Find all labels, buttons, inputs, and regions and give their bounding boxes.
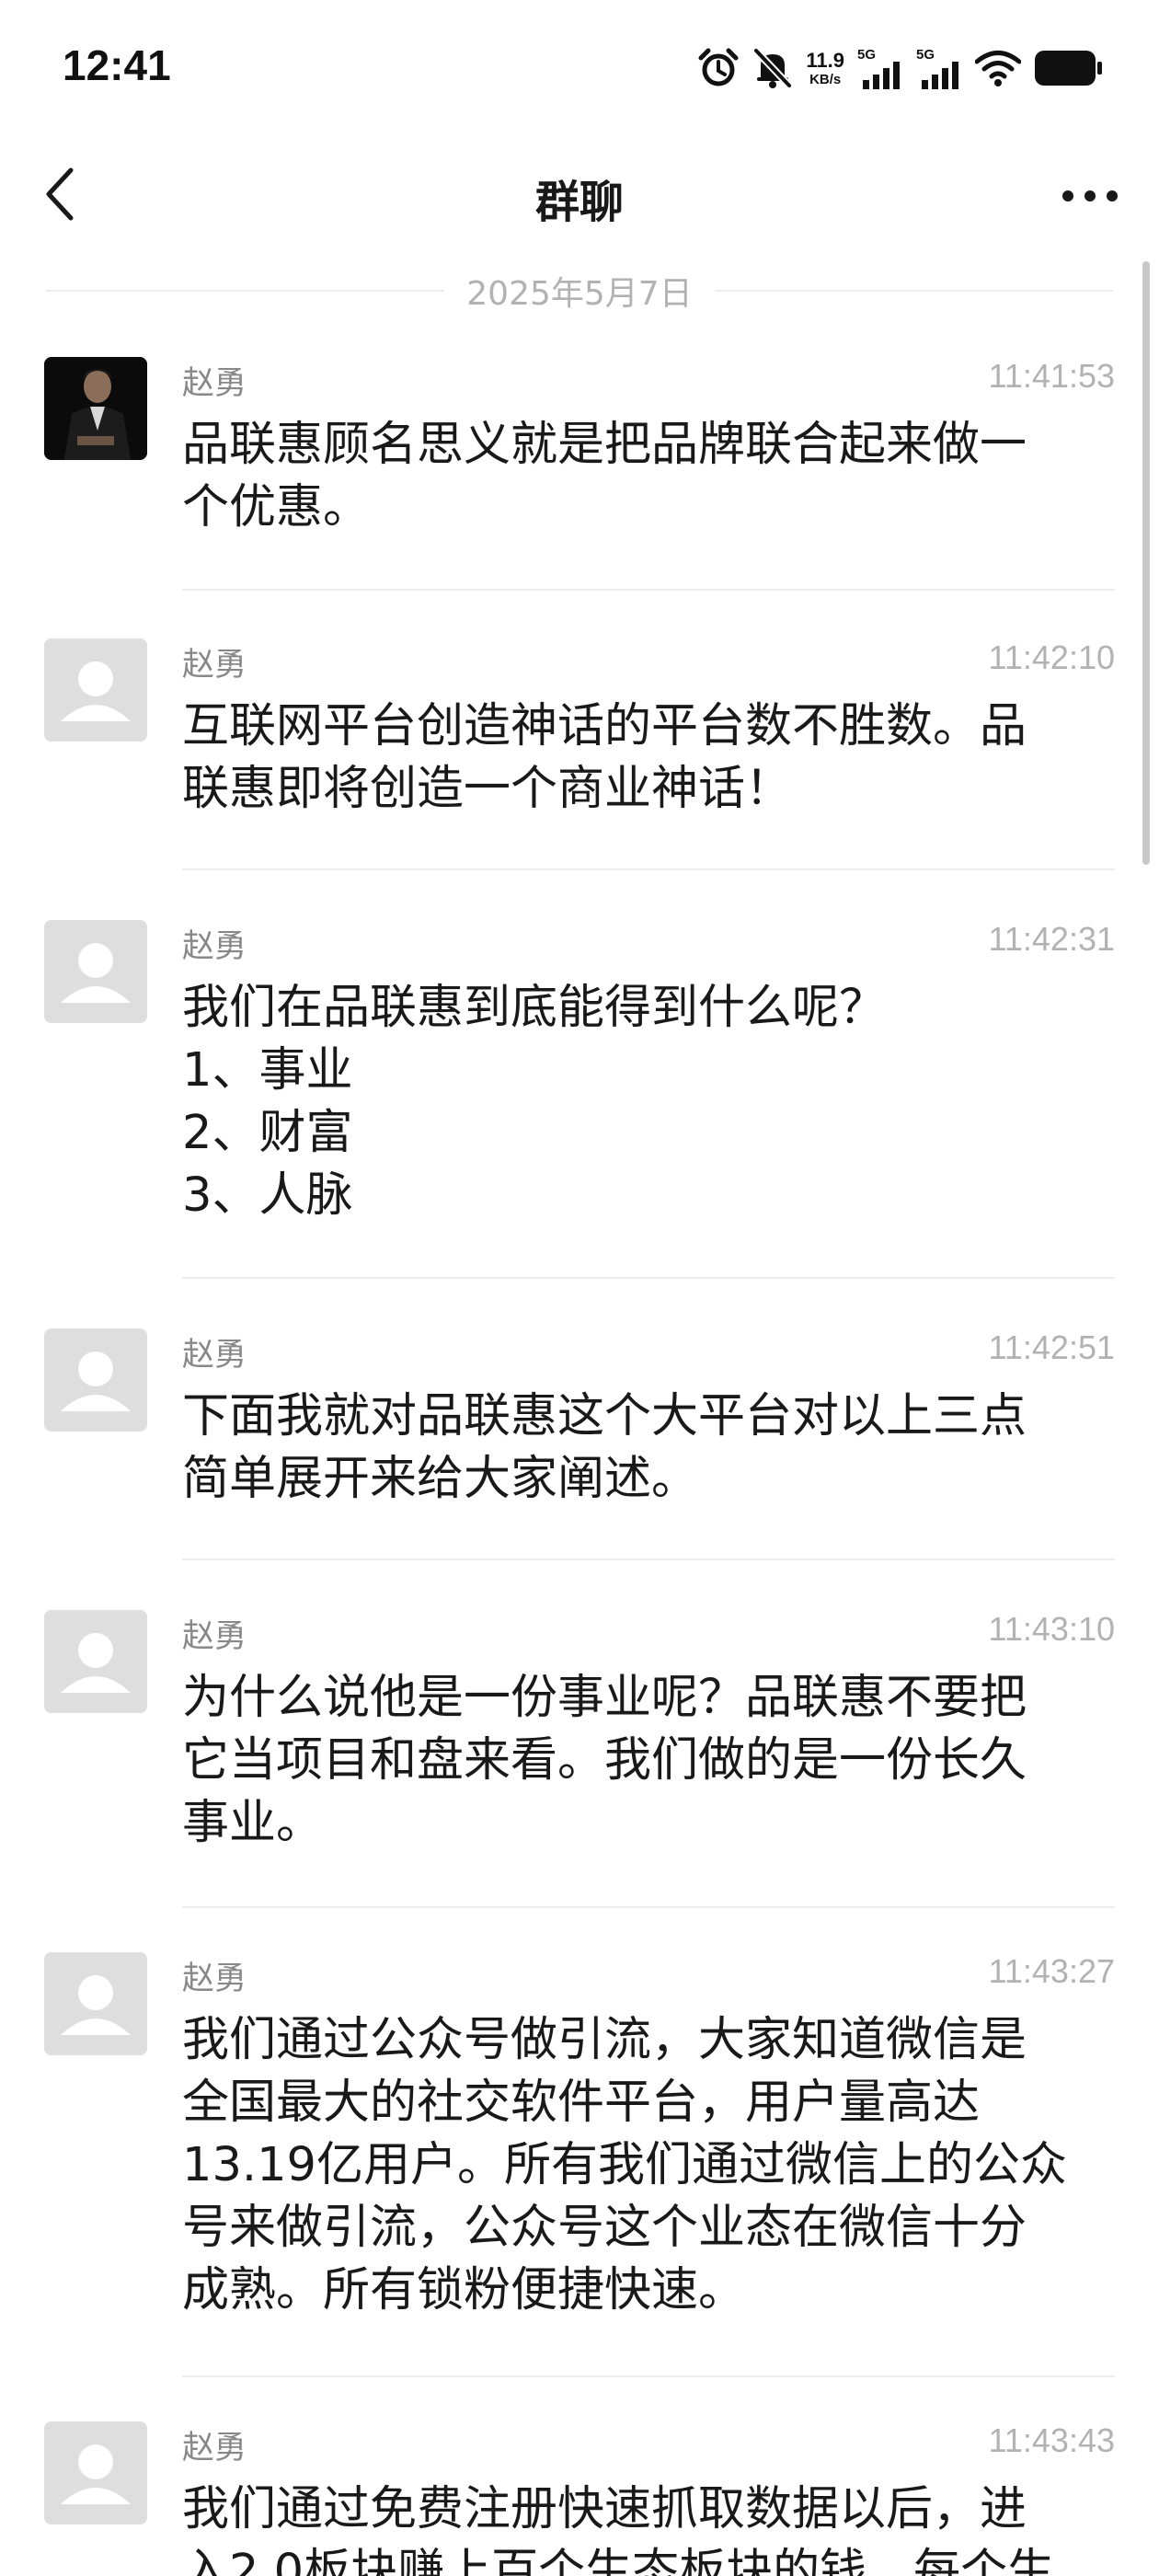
scrollbar[interactable] — [1142, 261, 1150, 865]
message-time: 11:43:10 — [988, 1610, 1115, 1648]
avatar[interactable] — [44, 357, 147, 460]
net-speed-unit: KB/s — [809, 71, 842, 87]
sim1-signal: 5G — [857, 47, 903, 89]
default-avatar-icon — [44, 920, 147, 1023]
message-item[interactable]: 赵勇 11:43:10 为什么说他是一份事业呢？品联惠不要把 它当项目和盘来看。… — [0, 1610, 1159, 1908]
message-item[interactable]: 赵勇 11:43:27 我们通过公众号做引流，大家知道微信是 全国最大的社交软件… — [0, 1952, 1159, 2377]
sender-name: 赵勇 — [182, 1618, 247, 1655]
sender-name: 赵勇 — [182, 928, 247, 965]
message-text: 我们通过免费注册快速抓取数据以后，进 入2.0板块赚上百个生态板块的钱，每个生 — [182, 2482, 1055, 2576]
alarm-icon — [697, 47, 740, 89]
message-item[interactable]: 赵勇 11:41:53 品联惠顾名思义就是把品牌联合起来做一 个优惠。 — [0, 357, 1159, 591]
signal-icon — [922, 62, 958, 89]
message-text: 我们通过公众号做引流，大家知道微信是 全国最大的社交软件平台，用户量高达 13.… — [182, 2013, 1068, 2317]
page-title: 群聊 — [534, 177, 624, 228]
message-separator — [182, 868, 1115, 870]
sender-name: 赵勇 — [182, 1337, 247, 1374]
sim1-label: 5G — [857, 47, 877, 63]
message-time: 11:42:51 — [988, 1328, 1115, 1366]
sim2-label: 5G — [916, 47, 935, 63]
message-time: 11:41:53 — [988, 357, 1115, 395]
message-time: 11:42:31 — [988, 920, 1115, 958]
user-photo-icon — [44, 357, 147, 460]
message-text: 为什么说他是一份事业呢？品联惠不要把 它当项目和盘来看。我们做的是一份长久 事业… — [182, 1671, 1027, 1850]
chat-history[interactable]: 2025年5月7日 赵勇 11:41:53 品联惠顾名思义就是把品牌联合起来做一… — [0, 258, 1159, 2576]
message-text: 互联网平台创造神话的平台数不胜数。品 联惠即将创造一个商业神话！ — [182, 699, 1027, 816]
message-separator — [182, 2375, 1115, 2377]
message-time: 11:42:10 — [988, 638, 1115, 676]
net-speed-value: 11.9 — [806, 48, 844, 72]
signal-icon — [863, 62, 900, 89]
message-item[interactable]: 赵勇 11:42:10 互联网平台创造神话的平台数不胜数。品 联惠即将创造一个商… — [0, 638, 1159, 870]
divider-line — [46, 290, 445, 292]
message-separator — [182, 1277, 1115, 1279]
message-time: 11:43:43 — [988, 2421, 1115, 2459]
status-bar: 12:41 11.9 KB/s 5G 5G — [0, 0, 1159, 138]
mute-bell-icon — [752, 47, 793, 89]
net-speed: 11.9 KB/s — [806, 48, 844, 87]
wifi-icon — [975, 50, 1021, 86]
date-divider: 2025年5月7日 — [46, 272, 1113, 313]
message-item[interactable]: 赵勇 11:42:51 下面我就对品联惠这个大平台对以上三点 简单展开来给大家阐… — [0, 1328, 1159, 1560]
status-time: 12:41 — [63, 41, 171, 89]
message-text: 下面我就对品联惠这个大平台对以上三点 简单展开来给大家阐述。 — [182, 1389, 1027, 1506]
nav-bar: 群聊 — [0, 147, 1159, 239]
avatar[interactable] — [44, 638, 147, 742]
battery-icon — [1034, 50, 1104, 86]
avatar[interactable] — [44, 920, 147, 1023]
status-icons: 11.9 KB/s 5G 5G — [697, 40, 1104, 96]
message-separator — [182, 1558, 1115, 1560]
default-avatar-icon — [44, 1952, 147, 2055]
avatar[interactable] — [44, 1610, 147, 1713]
date-label: 2025年5月7日 — [466, 275, 693, 313]
default-avatar-icon — [44, 1328, 147, 1432]
message-time: 11:43:27 — [988, 1952, 1115, 1990]
more-button[interactable] — [1049, 164, 1131, 228]
avatar[interactable] — [44, 1952, 147, 2055]
avatar[interactable] — [44, 2421, 147, 2524]
message-item[interactable]: 赵勇 11:43:43 我们通过免费注册快速抓取数据以后，进 入2.0板块赚上百… — [0, 2421, 1159, 2576]
sender-name: 赵勇 — [182, 1961, 247, 1997]
message-item[interactable]: 赵勇 11:42:31 我们在品联惠到底能得到什么呢？ 1、事业 2、财富 3、… — [0, 920, 1159, 1279]
sender-name: 赵勇 — [182, 647, 247, 684]
message-text: 我们在品联惠到底能得到什么呢？ 1、事业 2、财富 3、人脉 — [182, 981, 887, 1223]
message-separator — [182, 1906, 1115, 1908]
default-avatar-icon — [44, 1610, 147, 1713]
message-separator — [182, 589, 1115, 591]
divider-line — [714, 290, 1113, 292]
more-dots-icon — [1062, 190, 1118, 201]
default-avatar-icon — [44, 2421, 147, 2524]
sim2-signal: 5G — [916, 47, 962, 89]
message-text: 品联惠顾名思义就是把品牌联合起来做一 个优惠。 — [182, 418, 1027, 535]
avatar[interactable] — [44, 1328, 147, 1432]
default-avatar-icon — [44, 638, 147, 742]
sender-name: 赵勇 — [182, 2430, 247, 2467]
sender-name: 赵勇 — [182, 365, 247, 402]
